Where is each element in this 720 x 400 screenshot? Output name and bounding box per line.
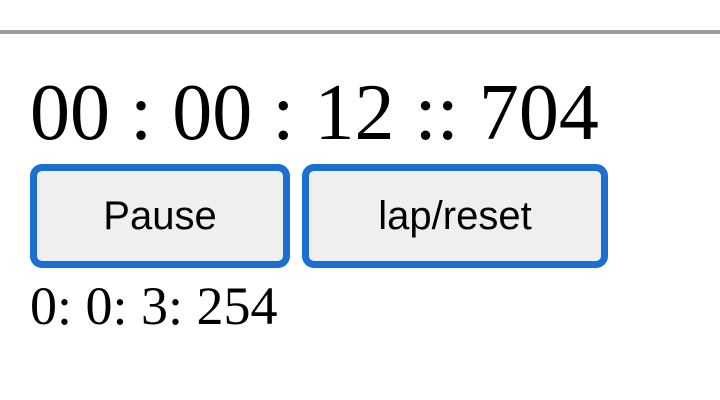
stopwatch-display: 00 : 00 : 12 :: 704: [30, 69, 599, 157]
lap-entry: 0: 0: 3: 254: [30, 276, 278, 336]
top-divider: [0, 30, 720, 34]
lap-reset-button[interactable]: lap/reset: [302, 164, 608, 268]
pause-button[interactable]: Pause: [30, 164, 290, 268]
stopwatch-controls: Pause lap/reset: [30, 164, 608, 268]
lap-list: 0: 0: 3: 254: [30, 276, 278, 336]
